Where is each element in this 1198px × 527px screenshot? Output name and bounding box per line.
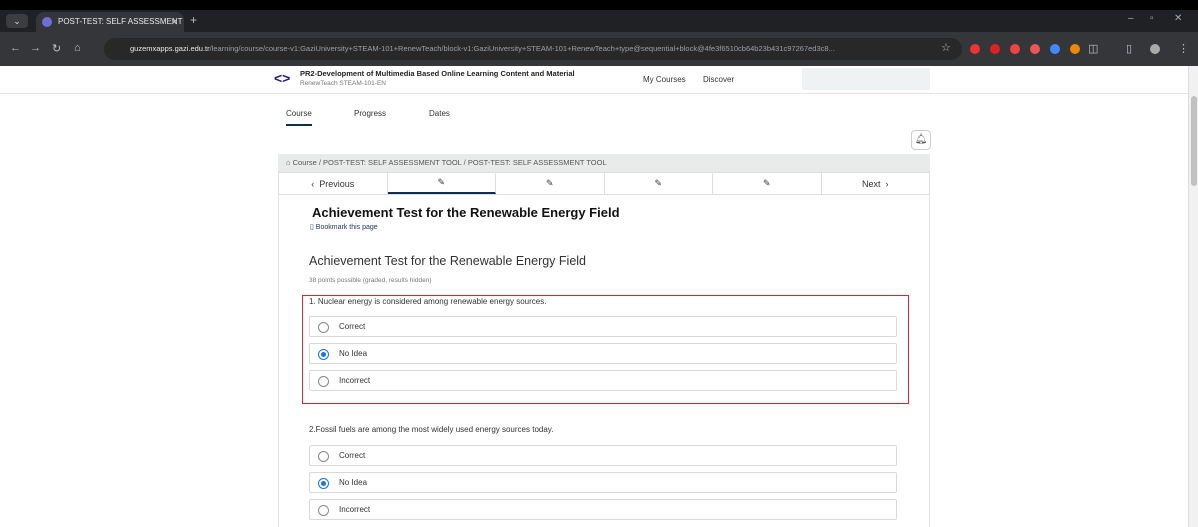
nav-discover[interactable]: Discover — [703, 75, 734, 84]
question-1-text: 1. Nuclear energy is considered among re… — [309, 297, 547, 306]
sequence-navigation: ‹ Previous ✎ ✎ ✎ ✎ Next › — [278, 172, 930, 195]
tab-strip: ⌄ POST-TEST: SELF ASSESSMENT ✕ + – ▫ ✕ — [0, 10, 1198, 32]
option-correct[interactable]: Correct — [309, 316, 897, 337]
extension-icon[interactable] — [990, 44, 1000, 54]
previous-button[interactable]: ‹ Previous — [279, 173, 388, 194]
edit-icon: ✎ — [654, 178, 663, 188]
nav-my-courses[interactable]: My Courses — [643, 75, 686, 84]
url-host: guzemxapps.gazi.edu.tr — [130, 44, 210, 53]
new-tab-icon[interactable]: + — [190, 13, 197, 27]
unit-title: Achievement Test for the Renewable Energ… — [312, 205, 620, 220]
option-label: No Idea — [339, 349, 368, 358]
breadcrumb-text[interactable]: Course / POST-TEST: SELF ASSESSMENT TOOL… — [293, 158, 607, 167]
menu-dots-icon[interactable]: ⋮ — [1178, 42, 1189, 55]
option-label: Correct — [339, 322, 366, 331]
edit-icon: ✎ — [545, 178, 554, 188]
edit-icon: ✎ — [762, 178, 771, 188]
tab-search-icon[interactable]: ⌄ — [6, 14, 28, 28]
points-info: 38 points possible (graded, results hidd… — [309, 277, 432, 284]
option-label: No Idea — [339, 478, 368, 487]
extension-icon[interactable] — [1030, 44, 1040, 54]
notification-bell-icon[interactable]: 🔔︎ — [911, 130, 931, 150]
radio-button-selected[interactable] — [318, 349, 329, 360]
tab-course[interactable]: Course — [286, 109, 312, 126]
edit-icon: ✎ — [437, 177, 446, 187]
chevron-right-icon: › — [880, 178, 889, 189]
previous-label: Previous — [319, 178, 355, 189]
forward-icon[interactable]: → — [30, 42, 41, 54]
option-incorrect[interactable]: Incorrect — [309, 499, 897, 520]
option-no-idea[interactable]: No Idea — [309, 472, 897, 493]
back-icon[interactable]: ← — [10, 42, 21, 54]
next-button[interactable]: Next › — [822, 173, 930, 194]
option-label: Correct — [339, 451, 366, 460]
course-code: RenewTeach STEAM-101-EN — [300, 80, 386, 87]
top-black-bar — [0, 0, 1198, 10]
url-path: /learning/course/course-v1:GaziUniversit… — [209, 44, 835, 53]
course-title: PR2-Development of Multimedia Based Onli… — [300, 69, 575, 78]
unit-tab-1[interactable]: ✎ — [387, 173, 496, 194]
browser-tab[interactable]: POST-TEST: SELF ASSESSMENT ✕ — [36, 12, 184, 32]
option-label: Incorrect — [339, 376, 371, 385]
extension-icon[interactable] — [1050, 44, 1060, 54]
minimize-icon[interactable]: – — [1128, 13, 1134, 24]
window-close-icon[interactable]: ✕ — [1174, 13, 1182, 24]
problem-title: Achievement Test for the Renewable Energ… — [309, 254, 587, 268]
unit-tab-4[interactable]: ✎ — [713, 173, 822, 194]
bookmark-label: Bookmark this page — [315, 224, 378, 231]
tab-title: POST-TEST: SELF ASSESSMENT — [58, 17, 183, 26]
radio-button[interactable] — [318, 376, 329, 387]
extension-icon[interactable] — [1070, 44, 1080, 54]
next-label: Next — [861, 178, 881, 189]
restore-icon[interactable]: ▫ — [1150, 13, 1154, 24]
reload-icon[interactable]: ↻ — [52, 42, 61, 55]
chevron-left-icon: ‹ — [311, 178, 320, 189]
close-tab-icon[interactable]: ✕ — [170, 12, 178, 32]
logo-icon[interactable]: <> — [274, 70, 290, 86]
breadcrumb: ⌂ Course / POST-TEST: SELF ASSESSMENT TO… — [278, 154, 930, 172]
extensions-puzzle-icon[interactable]: ◫ — [1088, 42, 1098, 55]
browser-chrome: ⌄ POST-TEST: SELF ASSESSMENT ✕ + – ▫ ✕ ←… — [0, 10, 1198, 66]
web-page: <> PR2-Development of Multimedia Based O… — [0, 66, 1188, 527]
option-label: Incorrect — [339, 505, 371, 514]
option-no-idea[interactable]: No Idea — [309, 343, 897, 364]
page-scrollbar[interactable] — [1188, 66, 1198, 527]
address-bar-row: ← → ↻ ⌂ ⚙ guzemxapps.gazi.edu.tr/learnin… — [0, 32, 1198, 66]
unit-tab-2[interactable]: ✎ — [496, 173, 605, 194]
extension-icon[interactable] — [970, 44, 980, 54]
home-breadcrumb-icon[interactable]: ⌂ — [286, 158, 293, 167]
extension-icon[interactable] — [1010, 44, 1020, 54]
user-menu-box[interactable] — [802, 68, 930, 90]
url-field[interactable]: guzemxapps.gazi.edu.tr/learning/course/c… — [104, 38, 962, 60]
unit-tab-3[interactable]: ✎ — [605, 173, 713, 194]
home-icon[interactable]: ⌂ — [74, 42, 81, 54]
favicon-icon — [42, 17, 52, 27]
radio-button-selected[interactable] — [318, 478, 329, 489]
profile-avatar[interactable] — [1150, 44, 1160, 54]
option-incorrect[interactable]: Incorrect — [309, 370, 897, 391]
radio-button[interactable] — [318, 505, 329, 516]
question-2-text: 2.Fossil fuels are among the most widely… — [309, 425, 554, 434]
site-header: <> PR2-Development of Multimedia Based O… — [0, 66, 1188, 94]
radio-button[interactable] — [318, 451, 329, 462]
side-panel-icon[interactable]: ▯ — [1126, 42, 1132, 55]
tab-progress[interactable]: Progress — [354, 109, 386, 118]
bookmark-button[interactable]: ▯ Bookmark this page — [310, 223, 378, 231]
scrollbar-thumb[interactable] — [1191, 96, 1197, 186]
tab-dates[interactable]: Dates — [429, 109, 450, 118]
radio-button[interactable] — [318, 322, 329, 333]
option-correct[interactable]: Correct — [309, 445, 897, 466]
bookmark-star-icon[interactable]: ☆ — [941, 41, 951, 54]
